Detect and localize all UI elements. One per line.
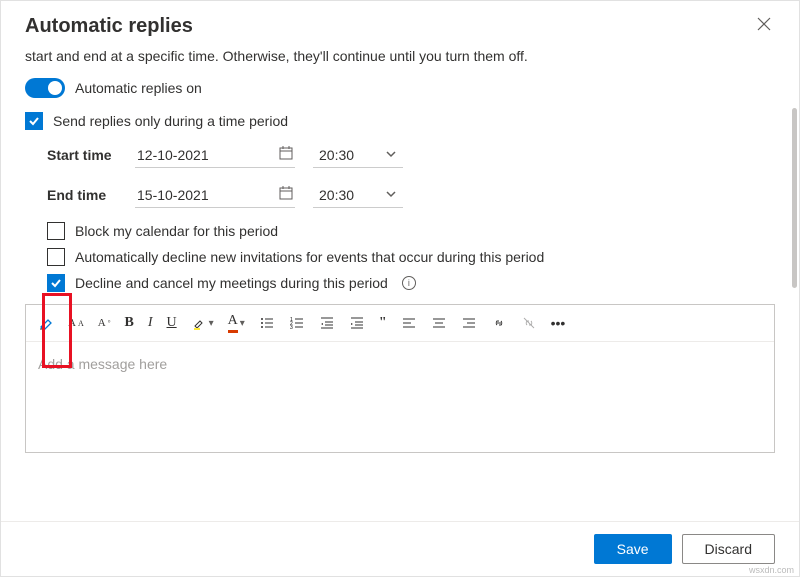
- watermark: wsxdn.com: [749, 565, 794, 575]
- scrollbar[interactable]: [792, 108, 797, 288]
- block-calendar-checkbox[interactable]: [47, 222, 65, 240]
- bullet-list-button[interactable]: [259, 315, 275, 331]
- unlink-button[interactable]: [521, 315, 537, 331]
- close-button[interactable]: [753, 13, 775, 40]
- start-date-input[interactable]: 12-10-2021: [135, 142, 295, 168]
- start-time-value: 20:30: [319, 147, 354, 163]
- highlight-button[interactable]: ▾: [191, 315, 214, 331]
- start-date-value: 12-10-2021: [137, 147, 209, 163]
- message-editor: AA A° B I U ▾ A▾ 123 " ••• Add a message…: [25, 304, 775, 453]
- font-size-up-button[interactable]: AA: [68, 317, 84, 329]
- calendar-icon: [279, 146, 293, 163]
- chevron-down-icon: [385, 187, 397, 203]
- align-left-button[interactable]: [401, 315, 417, 331]
- send-period-label: Send replies only during a time period: [53, 113, 288, 129]
- end-date-input[interactable]: 15-10-2021: [135, 182, 295, 208]
- info-icon[interactable]: i: [402, 276, 416, 290]
- chevron-down-icon: [385, 147, 397, 163]
- end-time-value: 20:30: [319, 187, 354, 203]
- close-icon: [757, 17, 771, 31]
- calendar-icon: [279, 186, 293, 203]
- discard-button[interactable]: Discard: [682, 534, 775, 564]
- toggle-label: Automatic replies on: [75, 80, 202, 96]
- dialog-footer: Save Discard: [1, 521, 799, 576]
- start-time-input[interactable]: 20:30: [313, 143, 403, 168]
- font-size-down-button[interactable]: A°: [98, 317, 111, 329]
- indent-button[interactable]: [349, 315, 365, 331]
- block-calendar-label: Block my calendar for this period: [75, 223, 278, 239]
- message-textarea[interactable]: Add a message here: [26, 342, 774, 452]
- dialog-body: start and end at a specific time. Otherw…: [1, 48, 799, 521]
- dialog-header: Automatic replies: [1, 1, 799, 48]
- cancel-meetings-checkbox[interactable]: [47, 274, 65, 292]
- svg-text:3: 3: [290, 325, 293, 331]
- dialog-title: Automatic replies: [25, 15, 193, 38]
- cancel-meetings-label: Decline and cancel my meetings during th…: [75, 275, 388, 291]
- font-color-button[interactable]: A▾: [228, 313, 245, 333]
- align-center-button[interactable]: [431, 315, 447, 331]
- auto-decline-label: Automatically decline new invitations fo…: [75, 249, 544, 265]
- automatic-replies-dialog: Automatic replies start and end at a spe…: [0, 0, 800, 577]
- link-button[interactable]: [491, 315, 507, 331]
- send-period-checkbox[interactable]: [25, 112, 43, 130]
- more-button[interactable]: •••: [551, 315, 566, 331]
- underline-button[interactable]: U: [167, 315, 177, 331]
- save-button[interactable]: Save: [594, 534, 672, 564]
- bold-button[interactable]: B: [125, 315, 134, 331]
- end-time-input[interactable]: 20:30: [313, 183, 403, 208]
- end-time-label: End time: [47, 187, 117, 203]
- quote-button[interactable]: ": [379, 315, 387, 331]
- description-text: start and end at a specific time. Otherw…: [25, 48, 775, 64]
- auto-decline-checkbox[interactable]: [47, 248, 65, 266]
- align-right-button[interactable]: [461, 315, 477, 331]
- italic-button[interactable]: I: [148, 315, 153, 331]
- start-time-label: Start time: [47, 147, 117, 163]
- clear-format-button[interactable]: [38, 315, 54, 331]
- end-date-value: 15-10-2021: [137, 187, 209, 203]
- editor-toolbar: AA A° B I U ▾ A▾ 123 " •••: [26, 305, 774, 342]
- number-list-button[interactable]: 123: [289, 315, 305, 331]
- auto-replies-toggle[interactable]: [25, 78, 65, 98]
- outdent-button[interactable]: [319, 315, 335, 331]
